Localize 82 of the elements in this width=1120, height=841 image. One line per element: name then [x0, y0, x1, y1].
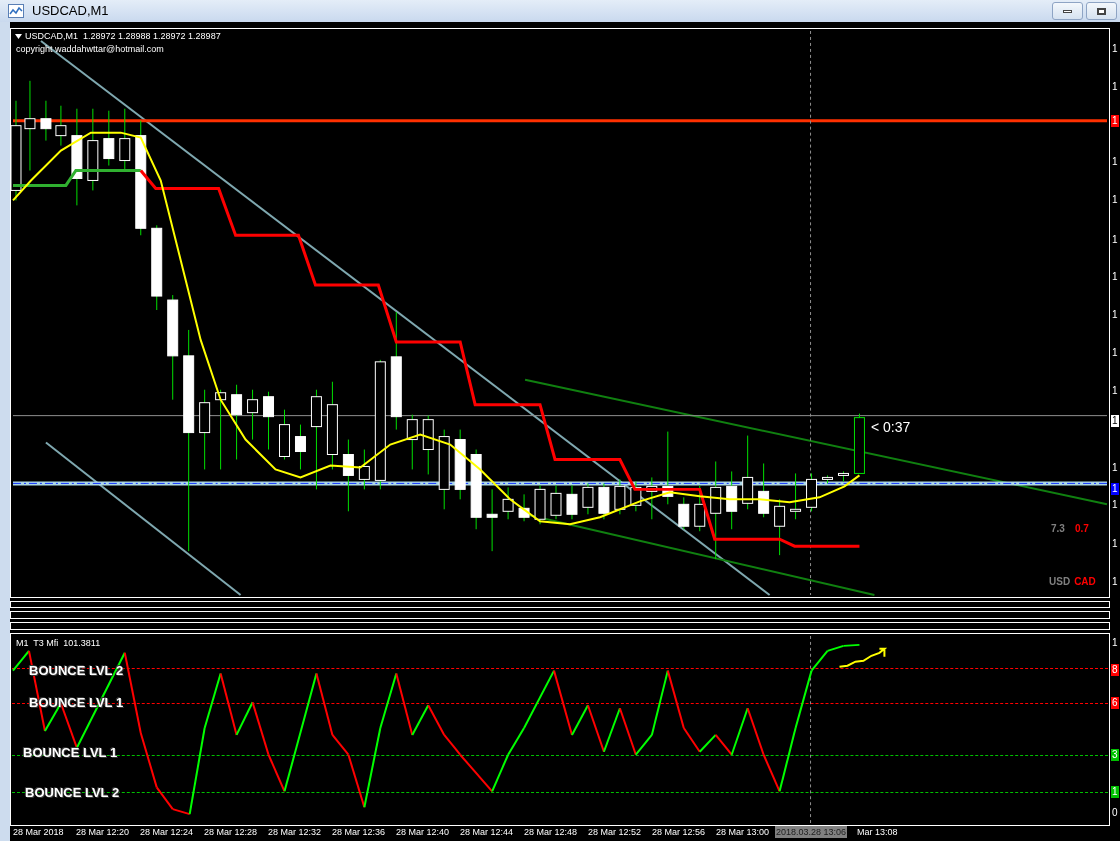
countdown-label: < 0:37 [871, 419, 911, 435]
copyright-text: copyright waddahwttar@hotmail.com [16, 44, 164, 55]
time-label: 28 Mar 12:56 [651, 826, 707, 838]
candlestick [806, 472, 818, 512]
candlestick [40, 100, 52, 142]
axis-label: 1 [1111, 538, 1119, 550]
candlestick [502, 486, 514, 520]
price-tag: 6 [1111, 697, 1119, 709]
axis-label: 1 [1111, 81, 1119, 93]
candlestick [103, 110, 115, 166]
axis-label: 1 [1111, 637, 1119, 649]
window-title: USDCAD,M1 [32, 2, 109, 21]
maximize-button[interactable] [1086, 2, 1117, 20]
candlestick [566, 484, 578, 520]
time-label: 28 Mar 12:40 [395, 826, 451, 838]
candlestick [247, 389, 259, 441]
candlestick [853, 413, 865, 474]
candlestick [758, 462, 770, 518]
price-tag: 1 [1111, 115, 1119, 127]
chart-window-icon [8, 4, 24, 18]
candlestick [534, 484, 546, 525]
candlestick [582, 482, 594, 515]
candlestick [55, 105, 67, 147]
time-label: 28 Mar 12:32 [267, 826, 323, 838]
time-label: 28 Mar 12:52 [587, 826, 643, 838]
time-label: 28 Mar 12:44 [459, 826, 515, 838]
price-tag: 3 [1111, 749, 1119, 761]
price-tag: 1 [1111, 786, 1119, 798]
axis-label: 1 [1111, 576, 1119, 588]
candlestick [279, 409, 290, 460]
time-label: 28 Mar 13:00 [715, 826, 771, 838]
axis-label: 1 [1111, 385, 1119, 397]
time-label: Mar 13:08 [856, 826, 899, 838]
candlestick [550, 484, 562, 520]
axis-label: 1 [1111, 309, 1119, 321]
minimize-button[interactable] [1052, 2, 1083, 20]
candlestick [518, 493, 530, 522]
strength-value: 0.7 [1074, 522, 1089, 536]
cursor-time-label: 2018.03.28 13:06 [775, 826, 848, 838]
time-label: 28 Mar 12:20 [75, 826, 131, 838]
time-label: 28 Mar 2018 [12, 826, 65, 838]
candlestick [630, 480, 642, 512]
price-tag: 1 [1111, 415, 1119, 427]
candlestick [726, 470, 738, 530]
axis-label: 1 [1111, 499, 1119, 511]
candlestick [358, 449, 370, 490]
candlestick [422, 415, 434, 475]
time-label: 28 Mar 12:28 [203, 826, 259, 838]
candlestick [822, 474, 833, 484]
axis-label: 1 [1111, 194, 1119, 206]
axis-label: 1 [1111, 347, 1119, 359]
axis-label: 0 [1111, 807, 1119, 819]
axis-label: 1 [1111, 234, 1119, 246]
candlestick [263, 391, 274, 450]
candlestick [614, 478, 626, 515]
symbol-header: USDCAD,M1 1.28972 1.28988 1.28972 1.28987 [25, 31, 221, 42]
candlestick [454, 429, 466, 500]
currency-label: CAD [1074, 575, 1096, 589]
candlestick [598, 482, 610, 520]
axis-label: 1 [1111, 156, 1119, 168]
time-label: 28 Mar 12:24 [139, 826, 195, 838]
candlestick [838, 470, 849, 482]
candlestick [790, 472, 802, 520]
indicator-header: M1 T3 Mfi 101.3811 [16, 638, 101, 649]
dropdown-icon[interactable] [15, 34, 22, 39]
candlestick [774, 498, 786, 556]
candlestick [694, 484, 706, 532]
price-tag: 1 [1111, 483, 1119, 495]
currency-label: USD [1049, 575, 1071, 589]
axis-label: 1 [1111, 462, 1119, 474]
candlestick [646, 476, 658, 520]
candlestick [406, 414, 418, 470]
candlestick [119, 108, 131, 171]
axis-label: 1 [1111, 271, 1119, 283]
strength-value: 7.3 [1051, 522, 1065, 536]
time-label: 28 Mar 12:36 [331, 826, 387, 838]
candlestick [295, 424, 306, 470]
time-label: 28 Mar 12:48 [523, 826, 579, 838]
candlestick [678, 496, 690, 530]
candlestick [486, 488, 498, 552]
axis-label: 1 [1111, 43, 1119, 55]
price-tag: 8 [1111, 664, 1119, 676]
